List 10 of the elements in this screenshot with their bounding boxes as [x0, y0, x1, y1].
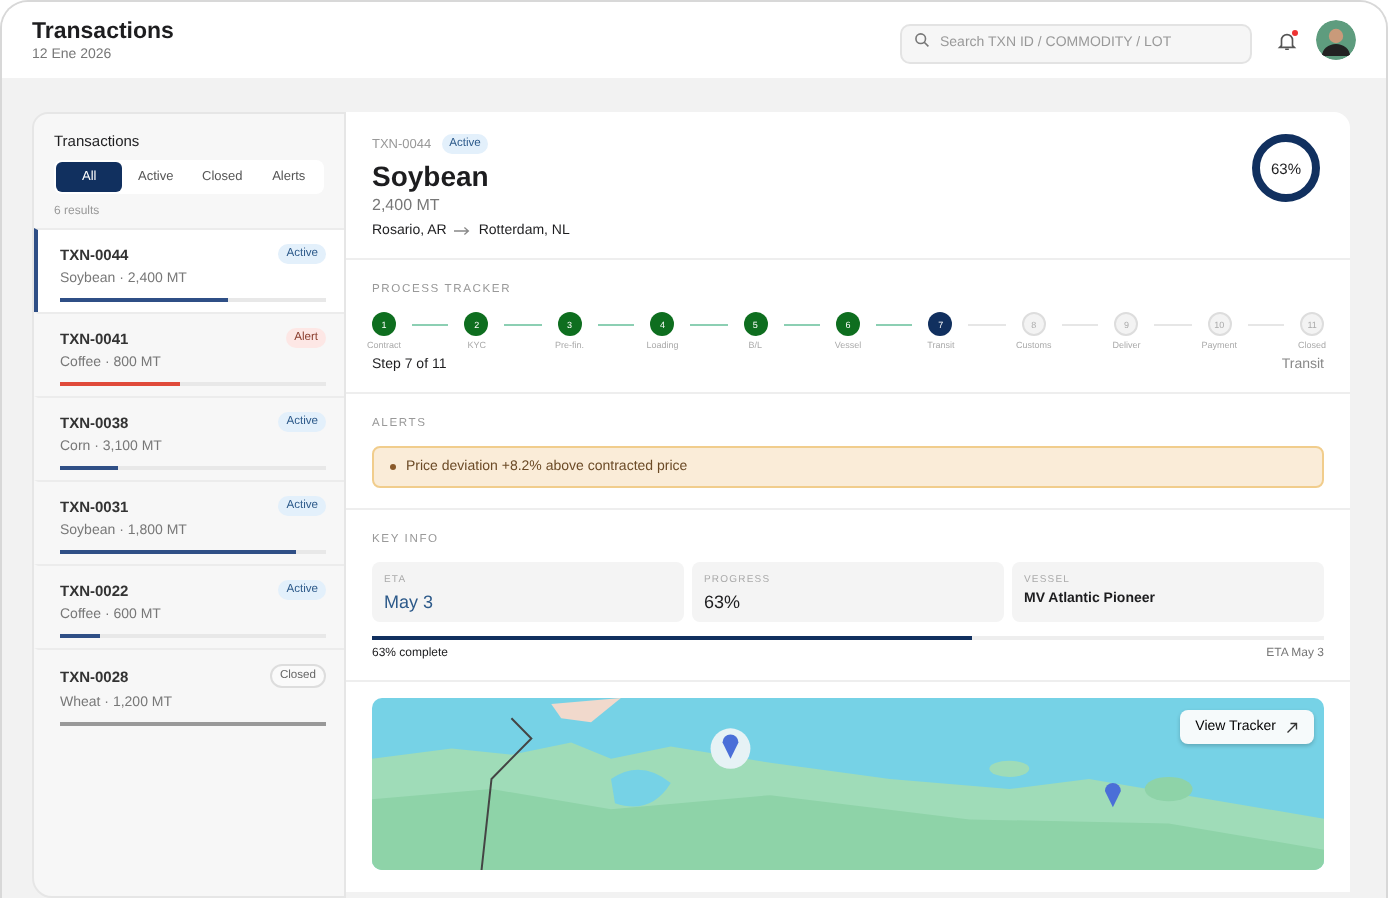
avatar-icon[interactable] [1316, 20, 1356, 60]
card-value: 63% [704, 592, 743, 612]
arrow-icon [1286, 721, 1298, 733]
commodity-title: Soybean [372, 160, 491, 192]
card-value: May 3 [384, 592, 436, 612]
arrow-icon [454, 226, 471, 236]
page-title: Transactions [32, 19, 176, 43]
quantity: 2,400 MT [372, 196, 442, 214]
bullet-icon [390, 464, 396, 470]
notification-bell-icon[interactable] [1276, 29, 1298, 51]
